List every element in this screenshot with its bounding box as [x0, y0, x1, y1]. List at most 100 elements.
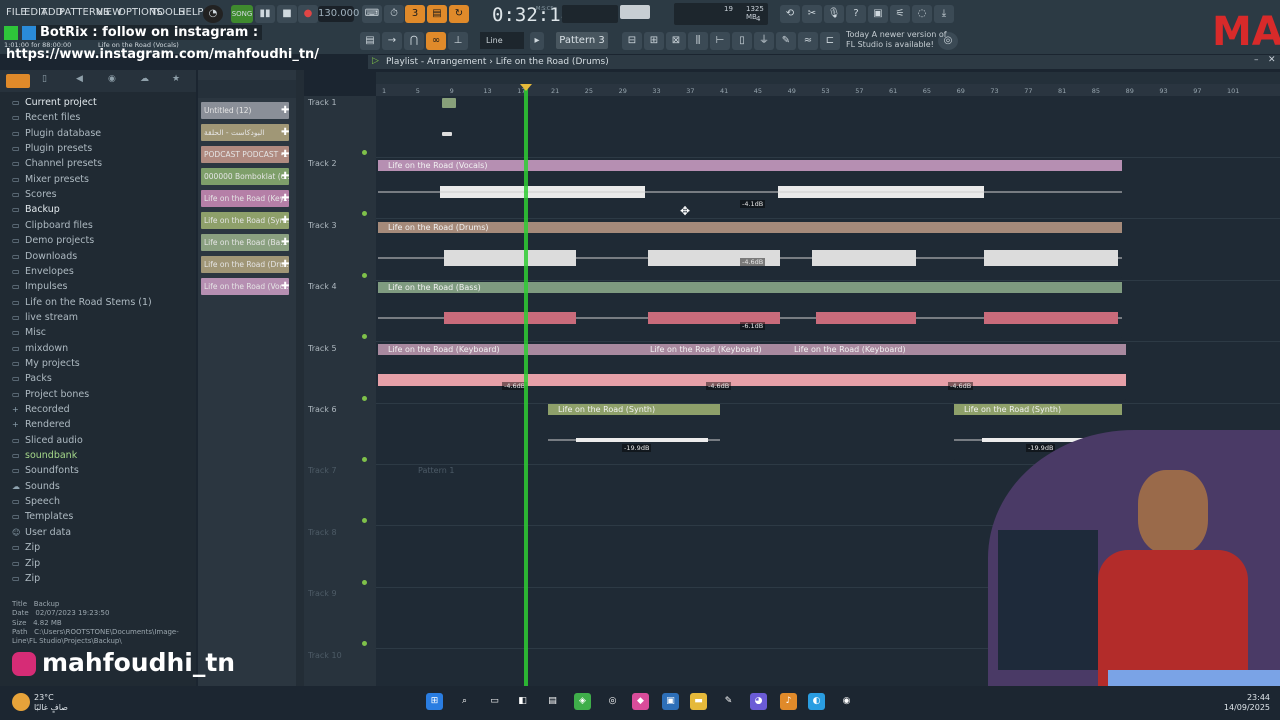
weather-icon[interactable]	[12, 693, 30, 711]
chat-icon[interactable]: ◌	[912, 5, 932, 23]
track1-clip[interactable]	[442, 98, 456, 108]
browser-item[interactable]: ▭ mixdown	[12, 343, 68, 354]
browser-item[interactable]: ▭ Mixer presets	[12, 174, 89, 185]
browser-item[interactable]: ▭ soundbank	[12, 450, 77, 461]
pattern-ghost-clip[interactable]: Pattern 1	[418, 466, 454, 475]
cut-icon[interactable]: ✂	[802, 5, 822, 23]
browser-item[interactable]: ▭ Channel presets	[12, 158, 102, 169]
stamp-icon[interactable]: ⊥	[448, 32, 468, 50]
magnet-icon[interactable]: ⋂	[404, 32, 424, 50]
track-name[interactable]: Track 5	[308, 344, 337, 353]
browser-item[interactable]: + Recorded	[12, 404, 70, 415]
browser-item[interactable]: ▭ Zip	[12, 542, 40, 553]
edge-icon[interactable]: ◐	[808, 693, 825, 710]
link-icon[interactable]: ∞	[426, 32, 446, 50]
track-mute-led[interactable]	[362, 150, 367, 155]
help-icon[interactable]: ?	[846, 5, 866, 23]
browser-item[interactable]: ▭ Demo projects	[12, 235, 94, 246]
metronome-dial-icon[interactable]: ◔	[203, 5, 223, 23]
picker-clip-plus-icon[interactable]: ✚	[281, 190, 289, 207]
track-name[interactable]: Track 4	[308, 282, 337, 291]
browser-files-icon[interactable]: ▯	[42, 74, 47, 84]
taskbar-search-icon[interactable]: ⌕	[456, 693, 473, 710]
typing-keyboard-icon[interactable]: ⌨	[362, 5, 382, 23]
browser-item[interactable]: ▭ Recent files	[12, 112, 80, 123]
weather-widget[interactable]: 23°C صافٍ غالبًا	[34, 693, 68, 713]
browser-item[interactable]: ▭ Soundfonts	[12, 465, 79, 476]
browser-item[interactable]: ▭ Templates	[12, 511, 73, 522]
browser-add-icon[interactable]	[6, 74, 30, 88]
browser-star-icon[interactable]: ★	[172, 74, 180, 84]
picker-clip-plus-icon[interactable]: ✚	[281, 146, 289, 163]
track-mute-led[interactable]	[362, 211, 367, 217]
picker-clip[interactable]: Life on the Road (Ba... ✚	[201, 234, 289, 251]
app-pen-icon[interactable]: ✎	[720, 693, 737, 710]
mixer-icon[interactable]: ⊟	[622, 32, 642, 50]
picker-clip[interactable]: Untitled (12) ✚	[201, 102, 289, 119]
browser-item[interactable]: ▭ Envelopes	[12, 266, 74, 277]
picker-clip-plus-icon[interactable]: ✚	[281, 212, 289, 229]
browser-item[interactable]: ▭ Impulses	[12, 281, 68, 292]
task-view-icon[interactable]: ▭	[486, 693, 503, 710]
browser-item[interactable]: ▭ Life on the Road Stems (1)	[12, 297, 152, 308]
browser-item[interactable]: ▭ Project bones	[12, 389, 89, 400]
track-mute-led[interactable]	[362, 457, 367, 462]
plugin-icon[interactable]: ⚟	[890, 5, 910, 23]
browser-item[interactable]: ▭ Clipboard files	[12, 220, 93, 231]
record-button[interactable]: ●	[298, 5, 318, 23]
browser-item[interactable]: ▭ Packs	[12, 373, 52, 384]
browser-item[interactable]: ▭ Backup	[12, 204, 60, 215]
picker-clip-plus-icon[interactable]: ✚	[281, 124, 289, 141]
browser-item[interactable]: ▭ Zip	[12, 558, 40, 569]
clip-vocals[interactable]: Life on the Road (Vocals) -4.1dB	[378, 160, 1122, 216]
track-name[interactable]: Track 10	[308, 651, 342, 660]
browser-item[interactable]: ▭ Misc	[12, 327, 46, 338]
download-icon[interactable]: ⤓	[934, 5, 954, 23]
app-globe-icon[interactable]: ◎	[604, 693, 621, 710]
microphone-icon[interactable]: 🎙	[824, 5, 844, 23]
picker-clip-plus-icon[interactable]: ✚	[281, 234, 289, 251]
browser-item[interactable]: ▭ live stream	[12, 312, 78, 323]
browser-item[interactable]: ▭ Sliced audio	[12, 435, 83, 446]
loop-record-icon[interactable]: ↻	[449, 5, 469, 23]
track-name[interactable]: Track 7	[308, 466, 337, 475]
obs-icon[interactable]: ◉	[838, 693, 855, 710]
browser-item[interactable]: ▭ Plugin database	[12, 128, 101, 139]
playlist-menu-icon[interactable]: ▤	[360, 32, 380, 50]
save-icon[interactable]: ▣	[868, 5, 888, 23]
playhead-marker-icon[interactable]	[520, 84, 532, 91]
clip-drums[interactable]: Life on the Road (Drums) -4.6dB	[378, 222, 1122, 278]
track-mute-led[interactable]	[362, 518, 367, 524]
faders-icon[interactable]: ⫼	[688, 32, 708, 50]
widgets-icon[interactable]: ◧	[514, 693, 531, 710]
browser-item[interactable]: ▭ Plugin presets	[12, 143, 92, 154]
channel-rack-icon[interactable]: ⊞	[644, 32, 664, 50]
taskbar-clock[interactable]: 23:44 14/09/2025	[1224, 693, 1270, 713]
terminal-icon[interactable]: ▤	[544, 693, 561, 710]
browser-item[interactable]: ☁ Sounds	[12, 481, 60, 492]
app-green-icon[interactable]: ◈	[574, 693, 591, 710]
play-button[interactable]: ▮▮	[255, 5, 275, 23]
picker-clip[interactable]: Life on the Road (Dru... ✚	[201, 256, 289, 273]
picker-clip-plus-icon[interactable]: ✚	[281, 278, 289, 295]
clip-bass[interactable]: Life on the Road (Bass) -6.1dB	[378, 282, 1122, 338]
timeline-ruler[interactable]: 1 5 9 13 17 21 25 29 33 37 41 45 49 53 57 61 65 69 73 77 81 8…	[376, 84, 1280, 96]
track-mute-led[interactable]	[362, 334, 367, 340]
wait-input-icon[interactable]: ⏱	[384, 5, 404, 23]
pattern-selector[interactable]: Pattern 3	[556, 32, 608, 49]
picker-clip-plus-icon[interactable]: ✚	[281, 256, 289, 273]
browser-cloud-icon[interactable]: ☁	[140, 74, 149, 84]
picker-clip[interactable]: 000000 Bomboklat (c... ✚	[201, 168, 289, 185]
countdown-icon[interactable]: 3	[405, 5, 425, 23]
brush-icon[interactable]: ✎	[776, 32, 796, 50]
clip-keyboard[interactable]: Life on the Road (Keyboard) Life on the …	[378, 344, 1126, 400]
picker-clip[interactable]: Life on the Road (Key... ✚	[201, 190, 289, 207]
timeline-scrollbar[interactable]	[376, 72, 1280, 84]
browser-speaker-icon[interactable]: ◀	[76, 74, 83, 84]
news-panel[interactable]: Today A newer version of FL Studio is av…	[846, 30, 947, 50]
track-name[interactable]: Track 3	[308, 221, 337, 230]
radio-icon[interactable]: ≈	[798, 32, 818, 50]
piano-roll-icon[interactable]: ⊠	[666, 32, 686, 50]
discord-icon[interactable]: ◕	[750, 693, 767, 710]
tempo-display[interactable]: 130.000	[318, 6, 359, 22]
